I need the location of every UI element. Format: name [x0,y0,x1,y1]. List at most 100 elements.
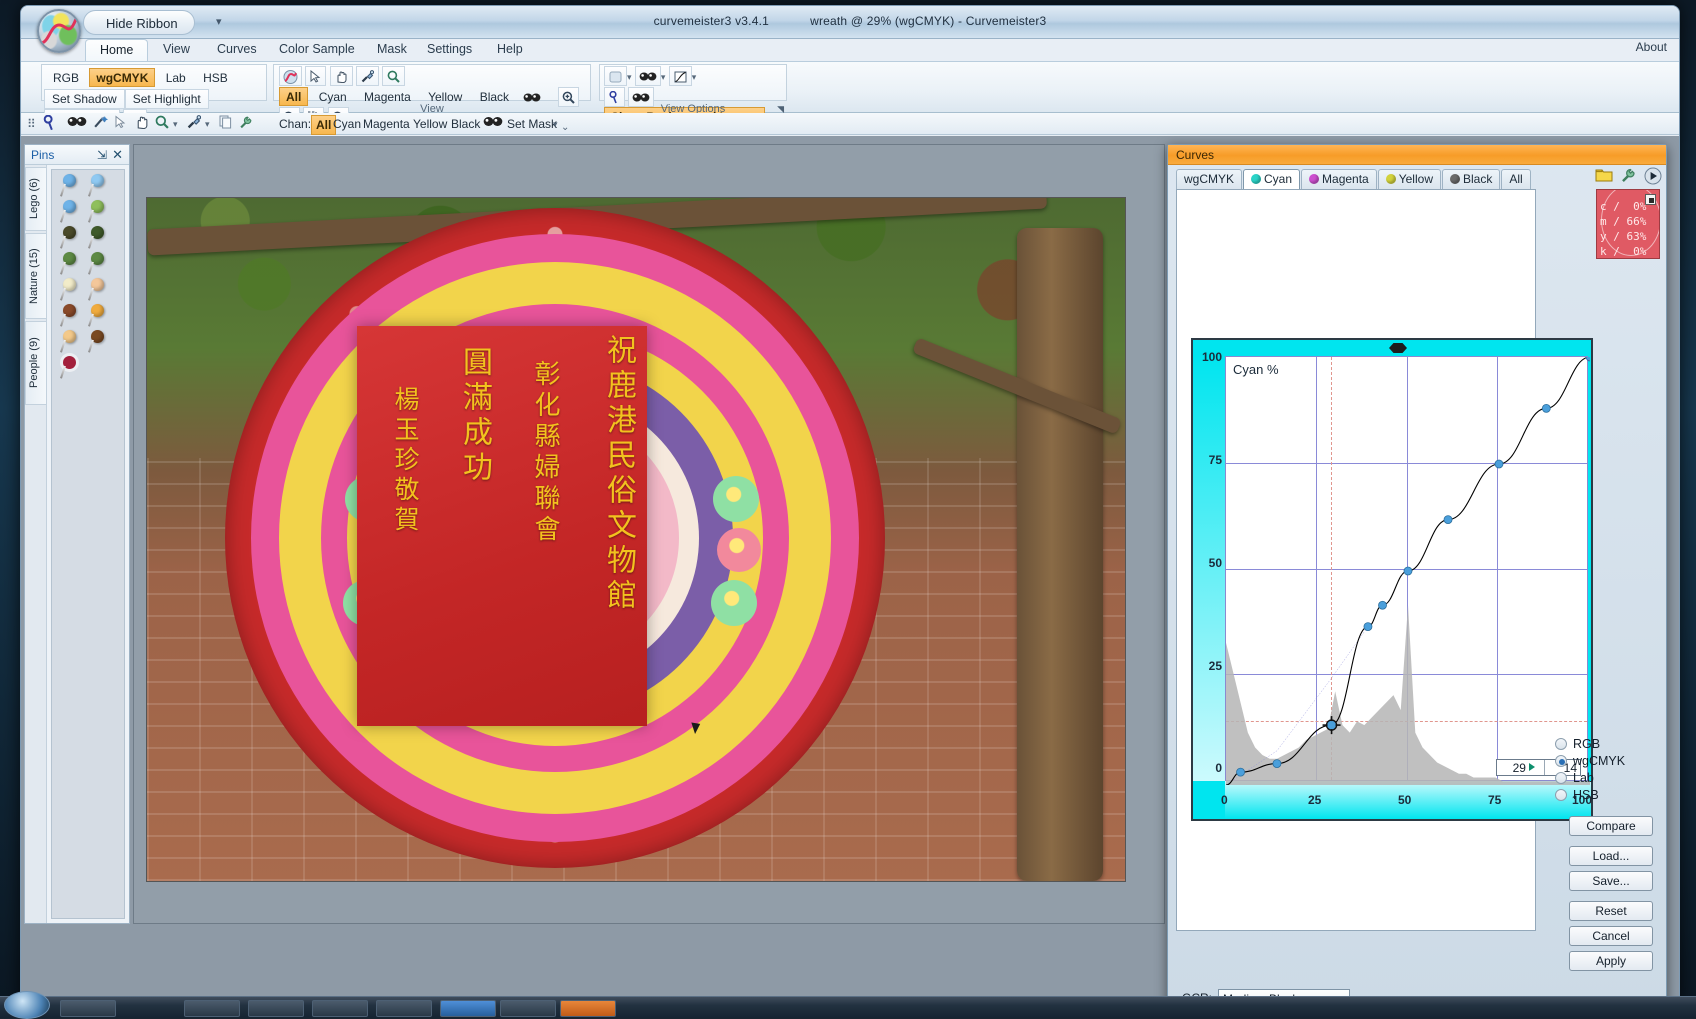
curves-dialog-caption[interactable]: Curves [1168,145,1666,165]
pin-item[interactable] [60,252,78,276]
pin-item[interactable] [88,304,106,328]
pin-item[interactable] [60,174,78,198]
taskbar-item-7[interactable] [500,1000,556,1017]
toolbar-channel-cyan[interactable]: Cyan [333,115,361,133]
layer-preview-icon[interactable] [604,66,627,86]
save-button[interactable]: Save... [1569,871,1653,891]
colorspace-rgb[interactable]: RGB [46,68,86,87]
about-link[interactable]: About [1636,40,1667,54]
wrench-icon[interactable] [239,115,253,134]
radio-rgb[interactable]: RGB [1555,736,1673,753]
pin-item[interactable] [60,330,78,354]
tab-settings[interactable]: Settings [413,39,486,61]
start-orb-icon[interactable] [4,991,50,1019]
compare-button[interactable]: Compare [1569,816,1653,836]
curve-control-points[interactable] [1226,357,1590,785]
pin-item[interactable] [88,278,106,302]
apply-button[interactable]: Apply [1569,951,1653,971]
radio-icon[interactable] [1555,789,1567,801]
tab-color-sample[interactable]: Color Sample [265,39,369,61]
magnifier-icon[interactable] [155,115,169,134]
close-icon[interactable]: ✕ [112,147,123,163]
toolbar-overflow-icon[interactable]: ⌄ [561,119,569,137]
set-shadow-button[interactable]: Set Shadow [44,89,125,109]
pin-grid[interactable] [51,169,125,919]
copy-icon[interactable] [219,115,232,134]
tab-view[interactable]: View [149,39,204,61]
pin-item[interactable] [60,278,78,302]
open-folder-icon[interactable] [1595,167,1613,185]
cancel-button[interactable]: Cancel [1569,926,1653,946]
pin-category-nature[interactable]: Nature (15) [25,233,47,319]
radio-icon[interactable] [1555,772,1567,784]
hand-pan-icon[interactable] [329,66,353,86]
curves-tab-yellow[interactable]: Yellow [1377,169,1441,189]
radio-wgcmyk[interactable]: wgCMYK [1555,753,1673,770]
pin-item[interactable] [88,200,106,224]
pin-item[interactable] [60,200,78,224]
arrow-select-icon[interactable] [305,66,327,86]
set-highlight-button[interactable]: Set Highlight [124,89,209,109]
eyedropper-icon[interactable] [356,66,380,86]
magnifier-icon[interactable] [382,66,406,86]
pin-category-lego[interactable]: Lego (6) [25,167,47,231]
image-canvas-area[interactable]: 祝鹿港民俗文物館 彰化縣婦聯會 圓滿成功 楊玉珍敬賀 [133,144,1165,924]
radio-icon[interactable] [1555,755,1567,767]
pin-marker-icon[interactable] [43,114,57,136]
wrench-icon[interactable] [1620,167,1638,185]
curve-plot-region[interactable]: Cyan % 29 14 [1225,356,1590,785]
curvemeister-orb-icon[interactable] [279,66,302,86]
taskbar-item-3[interactable] [248,1000,304,1017]
expand-box-icon[interactable] [1645,194,1656,205]
taskbar-item-2[interactable] [184,1000,240,1017]
radio-lab[interactable]: Lab [1555,770,1673,787]
photo-wreath[interactable]: 祝鹿港民俗文物館 彰化縣婦聯會 圓滿成功 楊玉珍敬賀 [146,197,1126,882]
curves-tab-cyan[interactable]: Cyan [1243,169,1301,189]
taskbar-item-5[interactable] [376,1000,432,1017]
load-button[interactable]: Load... [1569,846,1653,866]
tab-curves[interactable]: Curves [203,39,271,61]
tab-home[interactable]: Home [85,39,149,61]
pin-item[interactable] [88,174,106,198]
set-mask-button[interactable]: Set Mask [507,115,557,133]
curves-tab-magenta[interactable]: Magenta [1301,169,1377,189]
taskbar-item-4[interactable] [312,1000,368,1017]
taskbar-item-1[interactable] [60,1000,116,1017]
toolbar-channel-black[interactable]: Black [451,115,480,133]
taskbar-item-8[interactable] [560,1000,616,1017]
curves-tab-black[interactable]: Black [1441,169,1501,189]
pin-item-selected[interactable] [60,356,78,380]
chevron-down-icon[interactable]: ▾ [173,115,178,133]
radio-hsb[interactable]: HSB [1555,787,1673,804]
tab-help[interactable]: Help [483,39,537,61]
chevron-down-icon[interactable]: ▾ [205,115,210,133]
drag-grabber-icon[interactable] [1389,343,1407,353]
mask-glasses-icon[interactable] [67,115,87,133]
curve-preview-icon[interactable] [668,66,692,86]
taskbar-item-6[interactable] [440,1000,496,1017]
arrow-select-icon[interactable] [115,115,126,134]
hide-ribbon-tab[interactable]: Hide Ribbon [83,10,195,35]
chevron-down-icon[interactable]: ▾ [553,115,558,133]
color-readout-swatch[interactable]: c / 0% m / 66% y / 63% k / 0% [1596,189,1660,259]
colorspace-lab[interactable]: Lab [159,68,193,87]
pushpin-icon[interactable]: ⇲ [97,148,107,162]
reset-button[interactable]: Reset [1569,901,1653,921]
pin-category-people[interactable]: People (9) [25,321,47,405]
pin-item[interactable] [88,226,106,250]
curvemeister-orb-icon[interactable] [37,9,81,53]
readout-input-value[interactable]: 29 [1500,760,1526,776]
pin-item[interactable] [60,226,78,250]
eyedropper-icon[interactable] [187,115,202,134]
toolbar-channel-yellow[interactable]: Yellow [413,115,447,133]
curve-graph[interactable]: 100 75 50 25 0 0 25 50 75 100 Cyan % 29 … [1191,338,1593,821]
pin-item[interactable] [60,304,78,328]
colorspace-hsb[interactable]: HSB [196,68,235,87]
colorspace-wgcmyk[interactable]: wgCMYK [89,68,156,87]
curves-tab-wgcmyk[interactable]: wgCMYK [1176,169,1243,189]
chevron-down-icon[interactable]: ▾ [216,15,222,28]
toolbar-grip[interactable]: ⠿ [27,115,38,133]
curves-tab-all[interactable]: All [1501,169,1531,189]
play-button-icon[interactable] [1644,167,1662,185]
toolbar-channel-magenta[interactable]: Magenta [363,115,410,133]
